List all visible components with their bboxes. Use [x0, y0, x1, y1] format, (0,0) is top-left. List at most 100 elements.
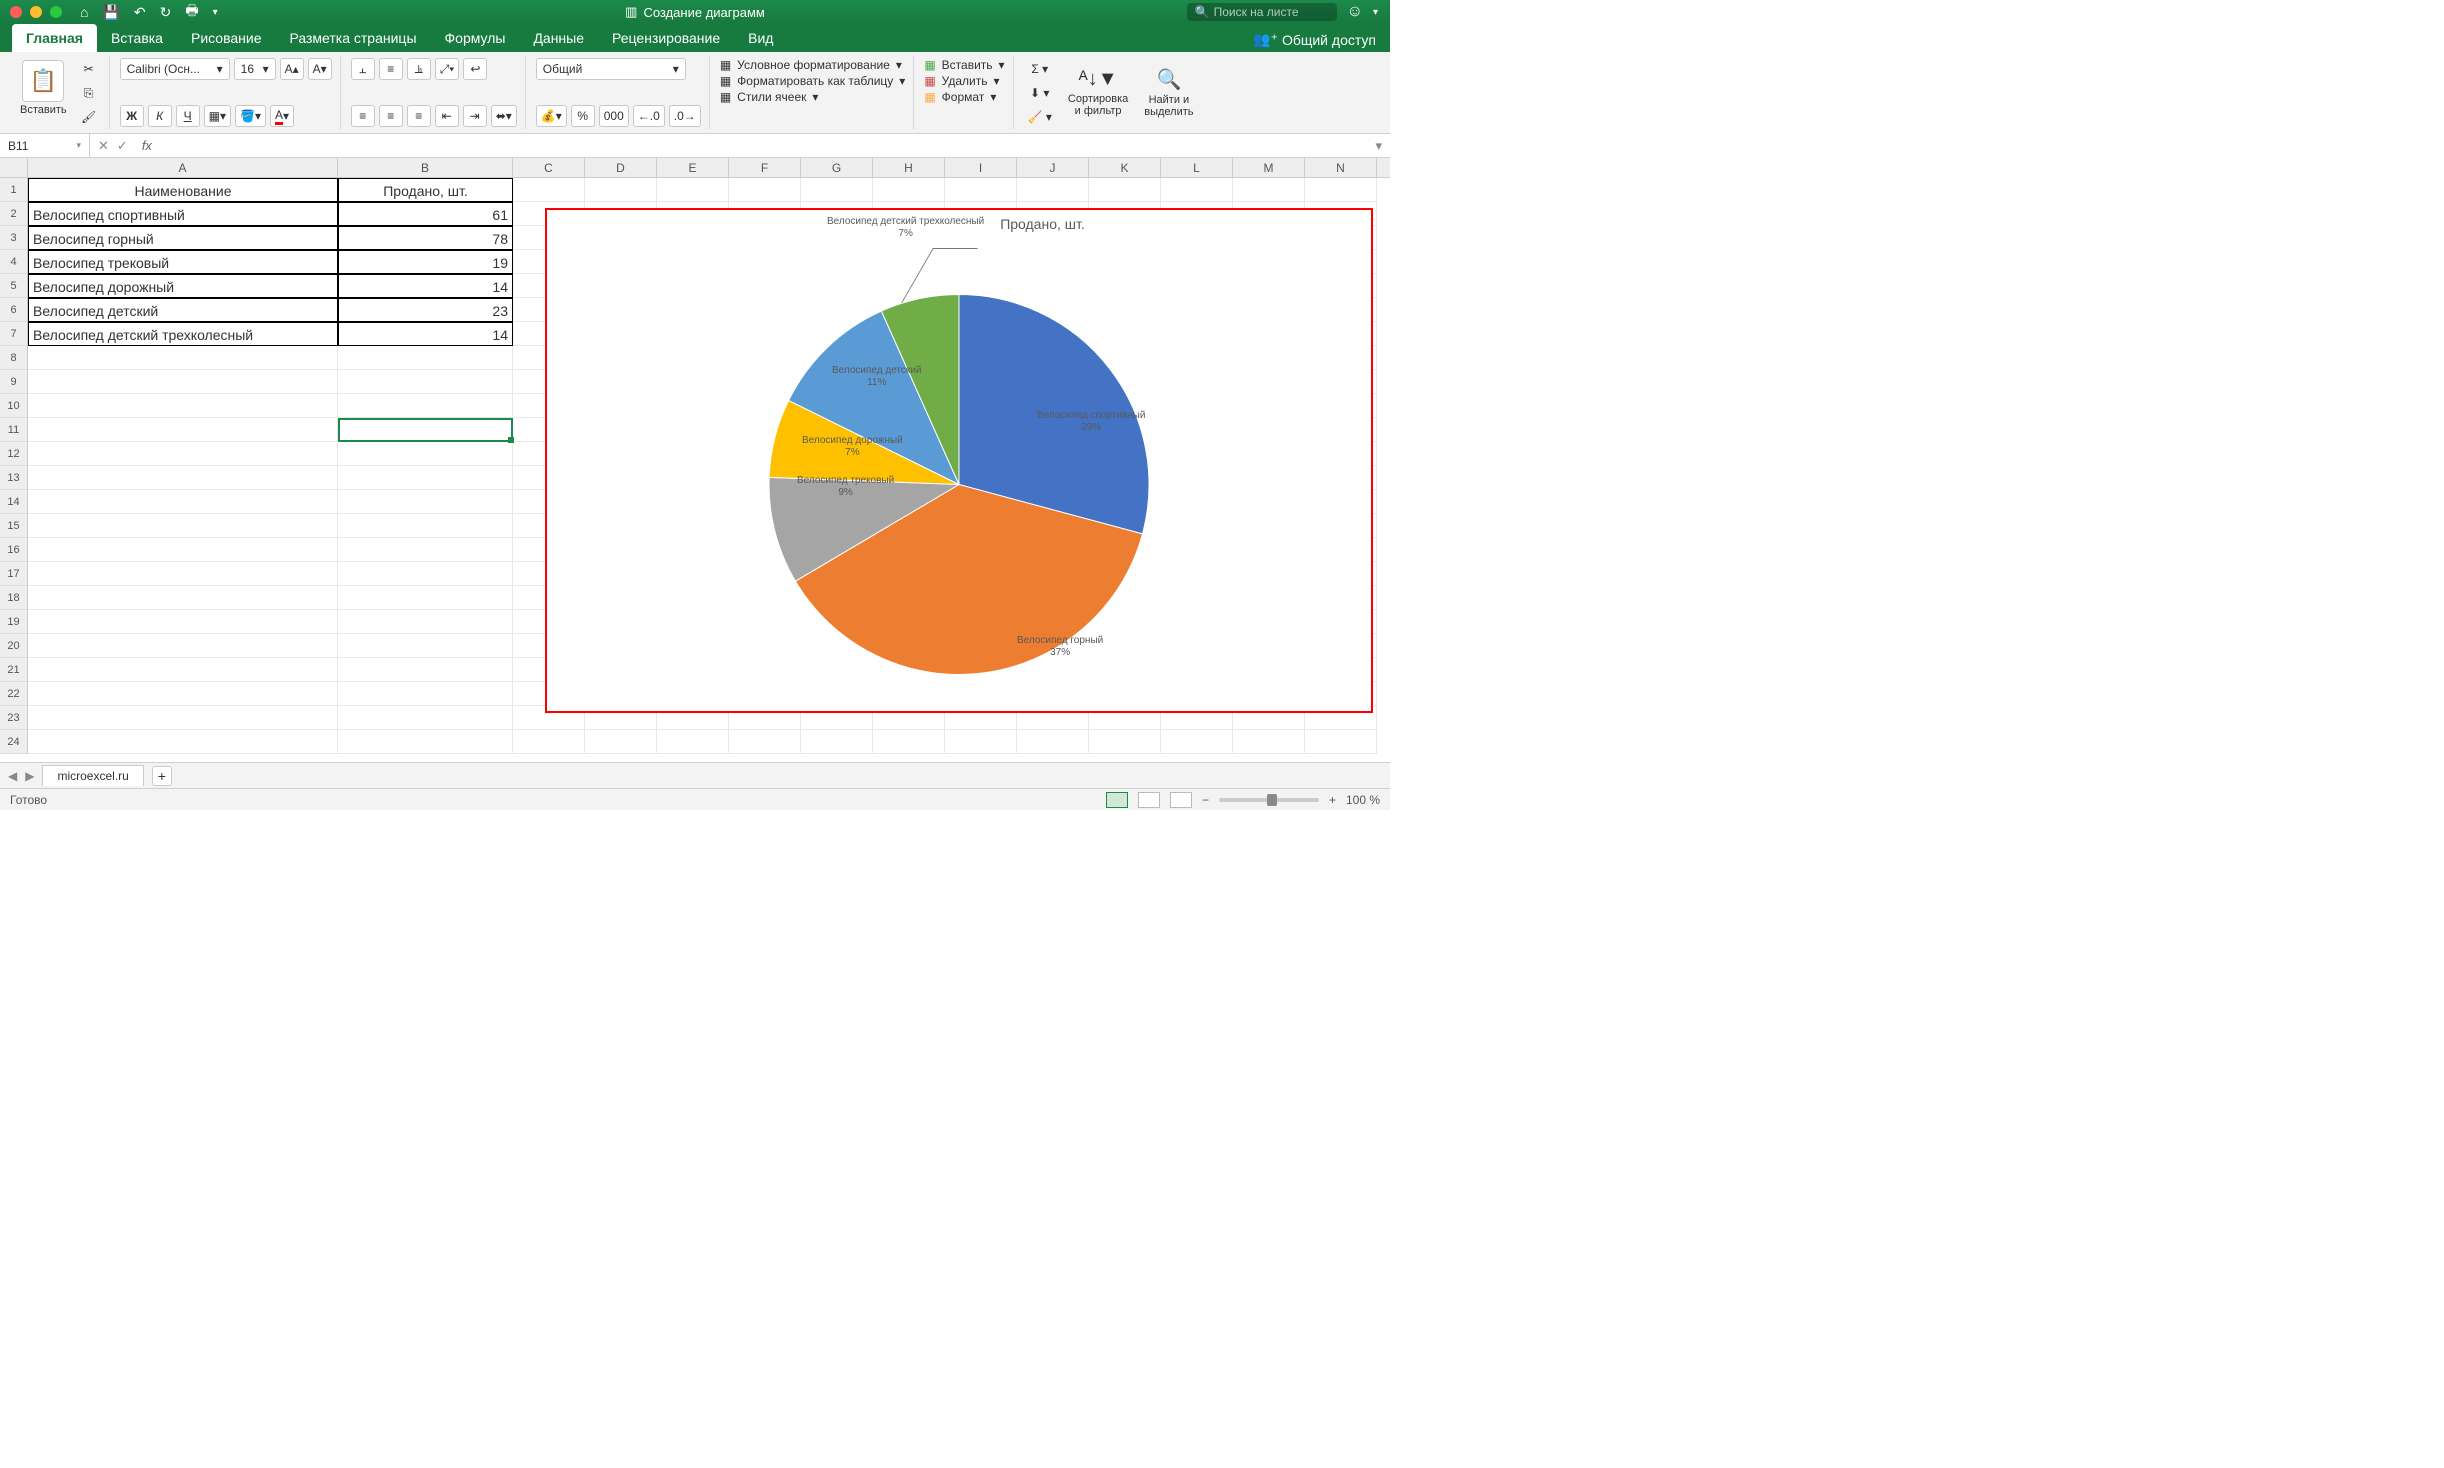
cell[interactable] — [338, 394, 513, 418]
underline-button[interactable]: Ч — [176, 105, 200, 127]
zoom-slider[interactable] — [1219, 798, 1319, 802]
tab-draw[interactable]: Рисование — [177, 24, 276, 52]
cell[interactable] — [338, 418, 513, 442]
row-header[interactable]: 20 — [0, 634, 28, 658]
row-header[interactable]: 2 — [0, 202, 28, 226]
cell[interactable] — [28, 442, 338, 466]
row-header[interactable]: 10 — [0, 394, 28, 418]
cell[interactable] — [1305, 730, 1377, 754]
undo-icon[interactable]: ↶ — [134, 4, 146, 21]
cell[interactable]: Велосипед детский трехколесный — [28, 322, 338, 346]
row-header[interactable]: 1 — [0, 178, 28, 202]
increase-indent-button[interactable]: ⇥ — [463, 105, 487, 127]
cell[interactable] — [338, 538, 513, 562]
cell[interactable] — [28, 538, 338, 562]
align-left-button[interactable]: ≡ — [351, 105, 375, 127]
fill-button[interactable]: ⬇ ▾ — [1024, 82, 1056, 104]
zoom-out-button[interactable]: − — [1202, 793, 1209, 807]
cell[interactable] — [338, 634, 513, 658]
cell[interactable] — [338, 730, 513, 754]
chart-object[interactable]: Продано, шт. Велосипед спортивный29%Вело… — [545, 208, 1373, 713]
cell[interactable] — [1161, 178, 1233, 202]
save-icon[interactable]: 💾 — [102, 4, 119, 21]
share-button[interactable]: 👥⁺ Общий доступ — [1253, 31, 1376, 52]
cell[interactable]: Наименование — [28, 178, 338, 202]
format-cells-button[interactable]: ▦Формат ▾ — [924, 90, 1004, 104]
expand-formula-bar-icon[interactable]: ▾ — [1375, 138, 1382, 154]
sheet-tab[interactable]: microexcel.ru — [42, 765, 143, 786]
page-break-view-button[interactable] — [1170, 792, 1192, 808]
autosum-button[interactable]: Σ ▾ — [1024, 58, 1056, 80]
cell[interactable]: 14 — [338, 322, 513, 346]
column-header[interactable]: F — [729, 158, 801, 177]
fill-color-button[interactable]: 🪣▾ — [235, 105, 266, 127]
cell[interactable] — [28, 658, 338, 682]
column-header[interactable]: G — [801, 158, 873, 177]
paste-button[interactable]: 📋 Вставить — [16, 58, 71, 128]
cell[interactable] — [338, 706, 513, 730]
increase-font-button[interactable]: A▴ — [280, 58, 304, 80]
cell[interactable] — [1305, 178, 1377, 202]
find-select-button[interactable]: 🔍 Найти и выделить — [1140, 65, 1197, 120]
font-size-select[interactable]: 16▾ — [234, 58, 276, 80]
cell[interactable] — [338, 466, 513, 490]
row-header[interactable]: 21 — [0, 658, 28, 682]
row-header[interactable]: 3 — [0, 226, 28, 250]
italic-button[interactable]: К — [148, 105, 172, 127]
cell[interactable]: 19 — [338, 250, 513, 274]
align-top-button[interactable]: ⫠ — [351, 58, 375, 80]
minimize-window-button[interactable] — [30, 6, 42, 18]
cell[interactable] — [1089, 730, 1161, 754]
align-center-button[interactable]: ≡ — [379, 105, 403, 127]
home-icon[interactable]: ⌂ — [80, 4, 88, 20]
align-right-button[interactable]: ≡ — [407, 105, 431, 127]
column-header[interactable]: H — [873, 158, 945, 177]
row-header[interactable]: 12 — [0, 442, 28, 466]
qat-dropdown-icon[interactable]: ▾ — [213, 7, 218, 18]
cell[interactable] — [28, 466, 338, 490]
delete-cells-button[interactable]: ▦Удалить ▾ — [924, 74, 1004, 88]
column-header[interactable]: L — [1161, 158, 1233, 177]
column-header[interactable]: E — [657, 158, 729, 177]
row-header[interactable]: 4 — [0, 250, 28, 274]
cell-styles-button[interactable]: ▦Стили ячеек ▾ — [720, 90, 906, 104]
cell[interactable] — [28, 394, 338, 418]
column-header[interactable]: I — [945, 158, 1017, 177]
number-format-select[interactable]: Общий▾ — [536, 58, 686, 80]
cell[interactable]: Велосипед детский — [28, 298, 338, 322]
cell[interactable] — [801, 178, 873, 202]
cell[interactable] — [945, 178, 1017, 202]
row-header[interactable]: 5 — [0, 274, 28, 298]
bold-button[interactable]: Ж — [120, 105, 144, 127]
cell[interactable] — [28, 706, 338, 730]
zoom-level[interactable]: 100 % — [1346, 793, 1380, 807]
row-header[interactable]: 24 — [0, 730, 28, 754]
font-name-select[interactable]: Calibri (Осн...▾ — [120, 58, 230, 80]
row-header[interactable]: 8 — [0, 346, 28, 370]
row-header[interactable]: 22 — [0, 682, 28, 706]
cell[interactable] — [338, 562, 513, 586]
column-header[interactable]: C — [513, 158, 585, 177]
tab-data[interactable]: Данные — [519, 24, 598, 52]
accept-formula-icon[interactable]: ✓ — [117, 138, 128, 154]
close-window-button[interactable] — [10, 6, 22, 18]
cell[interactable] — [338, 682, 513, 706]
row-header[interactable]: 17 — [0, 562, 28, 586]
cell[interactable]: 78 — [338, 226, 513, 250]
cell[interactable] — [801, 730, 873, 754]
row-header[interactable]: 19 — [0, 610, 28, 634]
cell[interactable] — [585, 178, 657, 202]
row-header[interactable]: 23 — [0, 706, 28, 730]
cell[interactable] — [338, 586, 513, 610]
cell[interactable] — [28, 490, 338, 514]
tab-review[interactable]: Рецензирование — [598, 24, 734, 52]
normal-view-button[interactable] — [1106, 792, 1128, 808]
column-header[interactable]: K — [1089, 158, 1161, 177]
row-header[interactable]: 7 — [0, 322, 28, 346]
column-header[interactable]: N — [1305, 158, 1377, 177]
page-layout-view-button[interactable] — [1138, 792, 1160, 808]
currency-button[interactable]: 💰▾ — [536, 105, 567, 127]
font-color-button[interactable]: A▾ — [270, 105, 294, 127]
cell[interactable] — [657, 730, 729, 754]
cell[interactable] — [657, 178, 729, 202]
